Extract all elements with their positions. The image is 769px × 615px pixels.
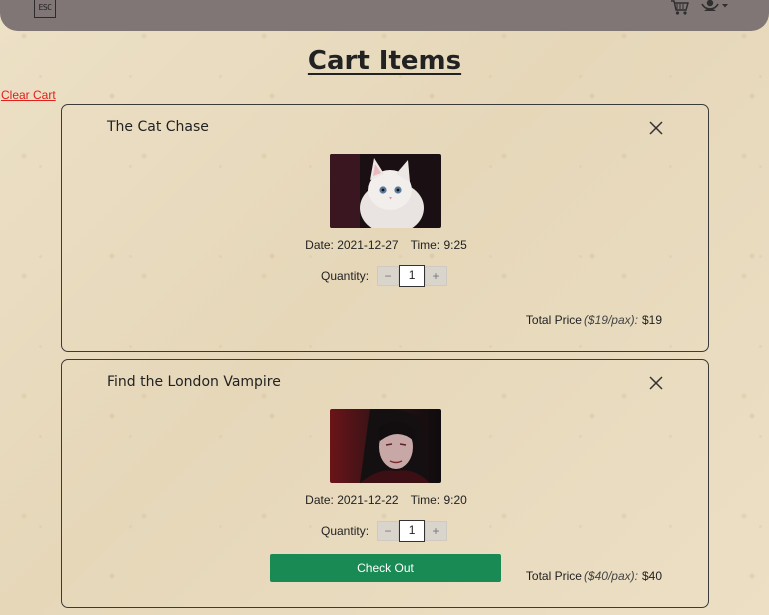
item-time: 9:20 <box>443 493 467 507</box>
page-title: Cart Items <box>307 46 462 76</box>
cart-item-card: Find the London Vampire Date: 2021-12-22 <box>61 359 709 608</box>
close-icon[interactable] <box>649 376 663 390</box>
decrement-button[interactable]: − <box>377 266 400 286</box>
item-schedule: Date: 2021-12-27 Time: 9:25 <box>62 238 710 252</box>
price-per-pax: ($40/pax): <box>583 569 638 583</box>
decrement-button[interactable]: − <box>377 521 400 541</box>
item-schedule: Date: 2021-12-22 Time: 9:20 <box>62 493 710 507</box>
item-image-white-kitten <box>330 154 441 228</box>
date-label: Date: <box>305 493 334 507</box>
checkout-button[interactable]: Check Out <box>270 554 501 582</box>
quantity-input[interactable]: 1 <box>399 265 426 287</box>
total-amount: $40 <box>641 569 662 583</box>
item-date: 2021-12-22 <box>337 493 399 507</box>
escape-logo[interactable]: ESC <box>34 0 56 18</box>
quantity-stepper: Quantity: − 1 + <box>321 520 448 542</box>
item-title: Find the London Vampire <box>107 374 281 390</box>
cart-item-card: The Cat Chase Date: 2021-12-27 Time: 9:25… <box>61 104 709 352</box>
quantity-label: Quantity: <box>321 269 370 283</box>
item-time: 9:25 <box>443 238 467 252</box>
increment-button[interactable]: + <box>425 521 448 541</box>
user-account-icon[interactable] <box>700 0 730 16</box>
price-per-pax: ($19/pax): <box>583 313 638 327</box>
time-label: Time: <box>410 493 441 507</box>
item-date: 2021-12-27 <box>337 238 399 252</box>
item-total-price: Total Price ($40/pax): $40 <box>526 569 662 583</box>
item-title: The Cat Chase <box>107 119 209 135</box>
time-label: Time: <box>410 238 441 252</box>
clear-cart-link[interactable]: Clear Cart <box>1 88 56 102</box>
quantity-label: Quantity: <box>321 524 370 538</box>
close-icon[interactable] <box>649 121 663 135</box>
date-label: Date: <box>305 238 334 252</box>
total-amount: $19 <box>641 313 662 327</box>
quantity-input[interactable]: 1 <box>399 520 426 542</box>
cart-icon[interactable] <box>670 0 690 16</box>
increment-button[interactable]: + <box>425 266 448 286</box>
item-image-vampire-portrait <box>330 409 441 483</box>
item-total-price: Total Price ($19/pax): $19 <box>526 313 662 327</box>
caret-down-icon <box>722 4 728 8</box>
total-price-label: Total Price <box>525 569 582 583</box>
total-price-label: Total Price <box>525 313 582 327</box>
quantity-stepper: Quantity: − 1 + <box>321 265 448 287</box>
navbar: ESC <box>0 0 769 31</box>
